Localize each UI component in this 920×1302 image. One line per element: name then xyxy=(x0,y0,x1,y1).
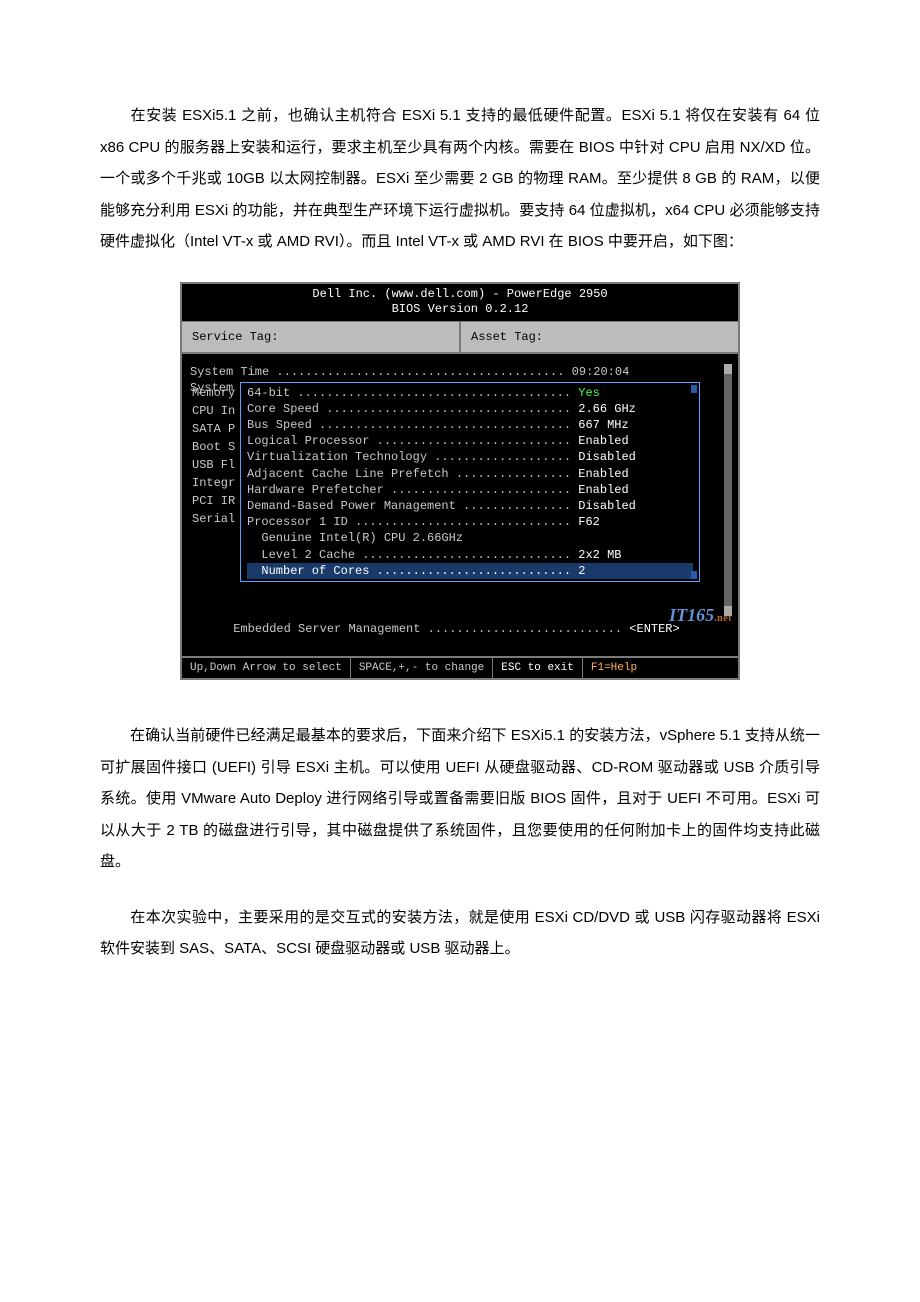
footer-esc-hint: ESC to exit xyxy=(493,658,583,678)
bios-header: Dell Inc. (www.dell.com) - PowerEdge 295… xyxy=(182,284,738,322)
watermark: IT165.net xyxy=(669,605,732,626)
bios-title-line2: BIOS Version 0.2.12 xyxy=(182,302,738,318)
cpu-row: Adjacent Cache Line Prefetch ...........… xyxy=(247,466,693,482)
sidebar-item[interactable]: PCI IR xyxy=(192,492,235,510)
bios-tag-bar: Service Tag: Asset Tag: xyxy=(182,322,738,354)
cpu-row: 64-bit .................................… xyxy=(247,385,693,401)
paragraph-2: 在确认当前硬件已经满足最基本的要求后，下面来介绍下 ESXi5.1 的安装方法，… xyxy=(100,720,820,878)
sidebar-item[interactable]: Serial xyxy=(192,510,235,528)
paragraph-2-text: 在确认当前硬件已经满足最基本的要求后，下面来介绍下 ESXi5.1 的安装方法，… xyxy=(100,727,820,870)
cpu-row: Virtualization Technology ..............… xyxy=(247,449,693,465)
cpu-row: Demand-Based Power Management ..........… xyxy=(247,498,693,514)
bios-screenshot: Dell Inc. (www.dell.com) - PowerEdge 295… xyxy=(180,282,740,681)
scrollbar[interactable] xyxy=(724,364,732,616)
watermark-sub: .net xyxy=(714,613,732,624)
cpu-row: Bus Speed ..............................… xyxy=(247,417,693,433)
popup-scroll-down-icon[interactable] xyxy=(691,571,697,579)
sidebar-item[interactable]: Memory xyxy=(192,384,235,402)
system-time-line: System Time ............................… xyxy=(190,364,730,380)
cpu-row: Logical Processor ......................… xyxy=(247,433,693,449)
sidebar-item[interactable]: SATA P xyxy=(192,420,235,438)
bios-body: System Time ............................… xyxy=(182,354,738,656)
paragraph-1: 在安装 ESXi5.1 之前，也确认主机符合 ESXi 5.1 支持的最低硬件配… xyxy=(100,100,820,258)
bios-sidebar: Memory CPU In SATA P Boot S USB Fl Integ… xyxy=(192,384,235,528)
cpu-row: Genuine Intel(R) CPU 2.66GHz xyxy=(247,530,693,546)
sidebar-item[interactable]: Boot S xyxy=(192,438,235,456)
service-tag-label: Service Tag: xyxy=(182,322,461,352)
footer-change-hint: SPACE,+,- to change xyxy=(351,658,493,678)
cpu-row: Core Speed .............................… xyxy=(247,401,693,417)
cpu-row: Hardware Prefetcher ....................… xyxy=(247,482,693,498)
paragraph-3: 在本次实验中，主要采用的是交互式的安装方法，就是使用 ESXi CD/DVD 或… xyxy=(100,902,820,965)
bios-footer: Up,Down Arrow to select SPACE,+,- to cha… xyxy=(182,656,738,678)
cpu-info-popup: 64-bit .................................… xyxy=(240,382,700,582)
popup-scrollbar[interactable] xyxy=(691,385,697,579)
footer-help-hint: F1=Help xyxy=(583,658,645,678)
sidebar-item[interactable]: CPU In xyxy=(192,402,235,420)
paragraph-3-text: 在本次实验中，主要采用的是交互式的安装方法，就是使用 ESXi CD/DVD 或… xyxy=(100,909,820,958)
popup-scroll-up-icon[interactable] xyxy=(691,385,697,393)
asset-tag-label: Asset Tag: xyxy=(461,322,738,352)
watermark-main: IT165 xyxy=(669,605,714,625)
scroll-up-icon[interactable] xyxy=(724,364,732,374)
paragraph-1-text: 在安装 ESXi5.1 之前，也确认主机符合 ESXi 5.1 支持的最低硬件配… xyxy=(100,107,820,250)
cpu-row-selected[interactable]: Number of Cores ........................… xyxy=(247,563,693,579)
bios-title-line1: Dell Inc. (www.dell.com) - PowerEdge 295… xyxy=(182,287,738,303)
sidebar-item[interactable]: USB Fl xyxy=(192,456,235,474)
cpu-row: Level 2 Cache ..........................… xyxy=(247,547,693,563)
embedded-server-line[interactable]: Embedded Server Management .............… xyxy=(190,608,730,650)
cpu-row: Processor 1 ID .........................… xyxy=(247,514,693,530)
footer-nav-hint: Up,Down Arrow to select xyxy=(182,658,351,678)
sidebar-item[interactable]: Integr xyxy=(192,474,235,492)
